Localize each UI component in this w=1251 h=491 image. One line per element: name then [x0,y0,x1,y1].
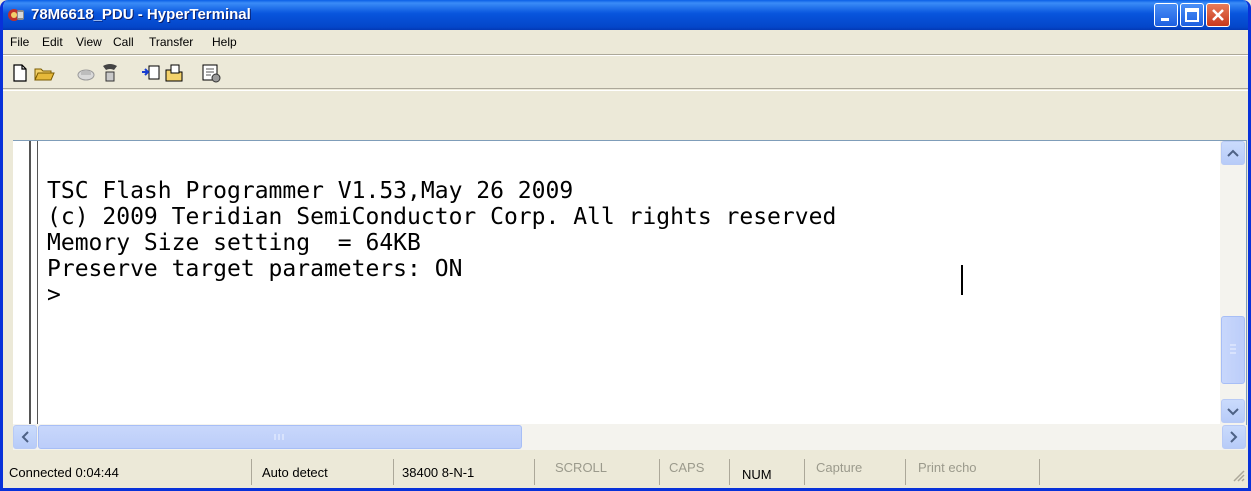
menu-help[interactable]: Help [212,35,237,49]
status-scroll: SCROLL [534,459,658,485]
scroll-up-button[interactable] [1221,141,1245,165]
scroll-indicator: SCROLL [555,460,608,475]
scroll-down-button[interactable] [1221,399,1245,423]
close-icon [1212,9,1224,21]
caps-indicator: CAPS [669,460,705,475]
receive-icon[interactable] [163,62,185,84]
chevron-down-icon [1227,408,1239,416]
status-settings: 38400 8-N-1 [393,459,533,485]
title-bar[interactable]: 78M6618_PDU - HyperTerminal [3,0,1248,30]
maximize-icon [1185,8,1199,22]
port-settings: 38400 8-N-1 [402,465,475,480]
status-empty [1039,459,1248,485]
status-detect: Auto detect [251,459,392,485]
status-num: NUM [729,459,803,485]
vertical-scroll-thumb[interactable] [1221,316,1245,384]
terminal-line: (c) 2009 Teridian SemiConductor Corp. Al… [47,204,837,230]
send-icon[interactable] [140,62,162,84]
terminal-line: TSC Flash Programmer V1.53,May 26 2009 [47,178,574,204]
close-button[interactable] [1206,3,1230,27]
chevron-left-icon [21,431,29,443]
menu-edit[interactable]: Edit [42,35,63,49]
detect-label: Auto detect [262,465,328,480]
new-document-icon[interactable] [9,62,31,84]
resize-grip-icon[interactable] [1232,469,1246,483]
minimize-button[interactable] [1154,3,1178,27]
minimize-icon [1161,18,1169,21]
terminal-prompt: > [47,282,61,308]
disconnect-phone-icon[interactable] [75,62,97,84]
open-folder-icon[interactable] [33,62,55,84]
capture-indicator: Capture [816,460,863,475]
text-cursor [961,265,963,295]
num-indicator: NUM [742,467,772,482]
chevron-up-icon [1227,149,1239,157]
grip-icon [274,434,284,440]
properties-icon[interactable] [200,62,222,84]
hyperterminal-window: 78M6618_PDU - HyperTerminal File Edit Vi… [0,0,1251,491]
horizontal-scroll-thumb[interactable] [38,425,522,449]
menu-view[interactable]: View [76,35,102,49]
status-bar: Connected 0:04:44 Auto detect 38400 8-N-… [3,457,1248,488]
maximize-button[interactable] [1180,3,1204,27]
connected-time: Connected 0:04:44 [9,465,119,480]
status-capture: Capture [804,459,904,485]
print-echo-indicator: Print echo [918,460,977,475]
status-connected: Connected 0:04:44 [3,459,250,485]
scroll-right-button[interactable] [1222,425,1246,449]
scroll-left-button[interactable] [13,425,37,449]
window-title: 78M6618_PDU - HyperTerminal [31,6,251,23]
status-print-echo: Print echo [905,459,1038,485]
terminal-line: Preserve target parameters: ON [47,256,463,282]
grip-icon [1230,344,1236,354]
menu-file[interactable]: File [10,35,29,49]
status-caps: CAPS [659,459,728,485]
terminal-line: Memory Size setting = 64KB [47,230,421,256]
chevron-right-icon [1230,431,1238,443]
hyperterminal-app-icon [8,9,24,21]
menu-transfer[interactable]: Transfer [149,35,193,49]
menu-call[interactable]: Call [113,35,134,49]
terminal-left-margin [29,141,38,424]
terminal-output: TSC Flash Programmer V1.53,May 26 2009 (c… [47,178,836,308]
toolbar [3,56,1248,88]
toolbar-separator [3,88,1248,91]
menu-bar: File Edit View Call Transfer Help [3,30,1248,54]
call-icon[interactable] [99,62,121,84]
